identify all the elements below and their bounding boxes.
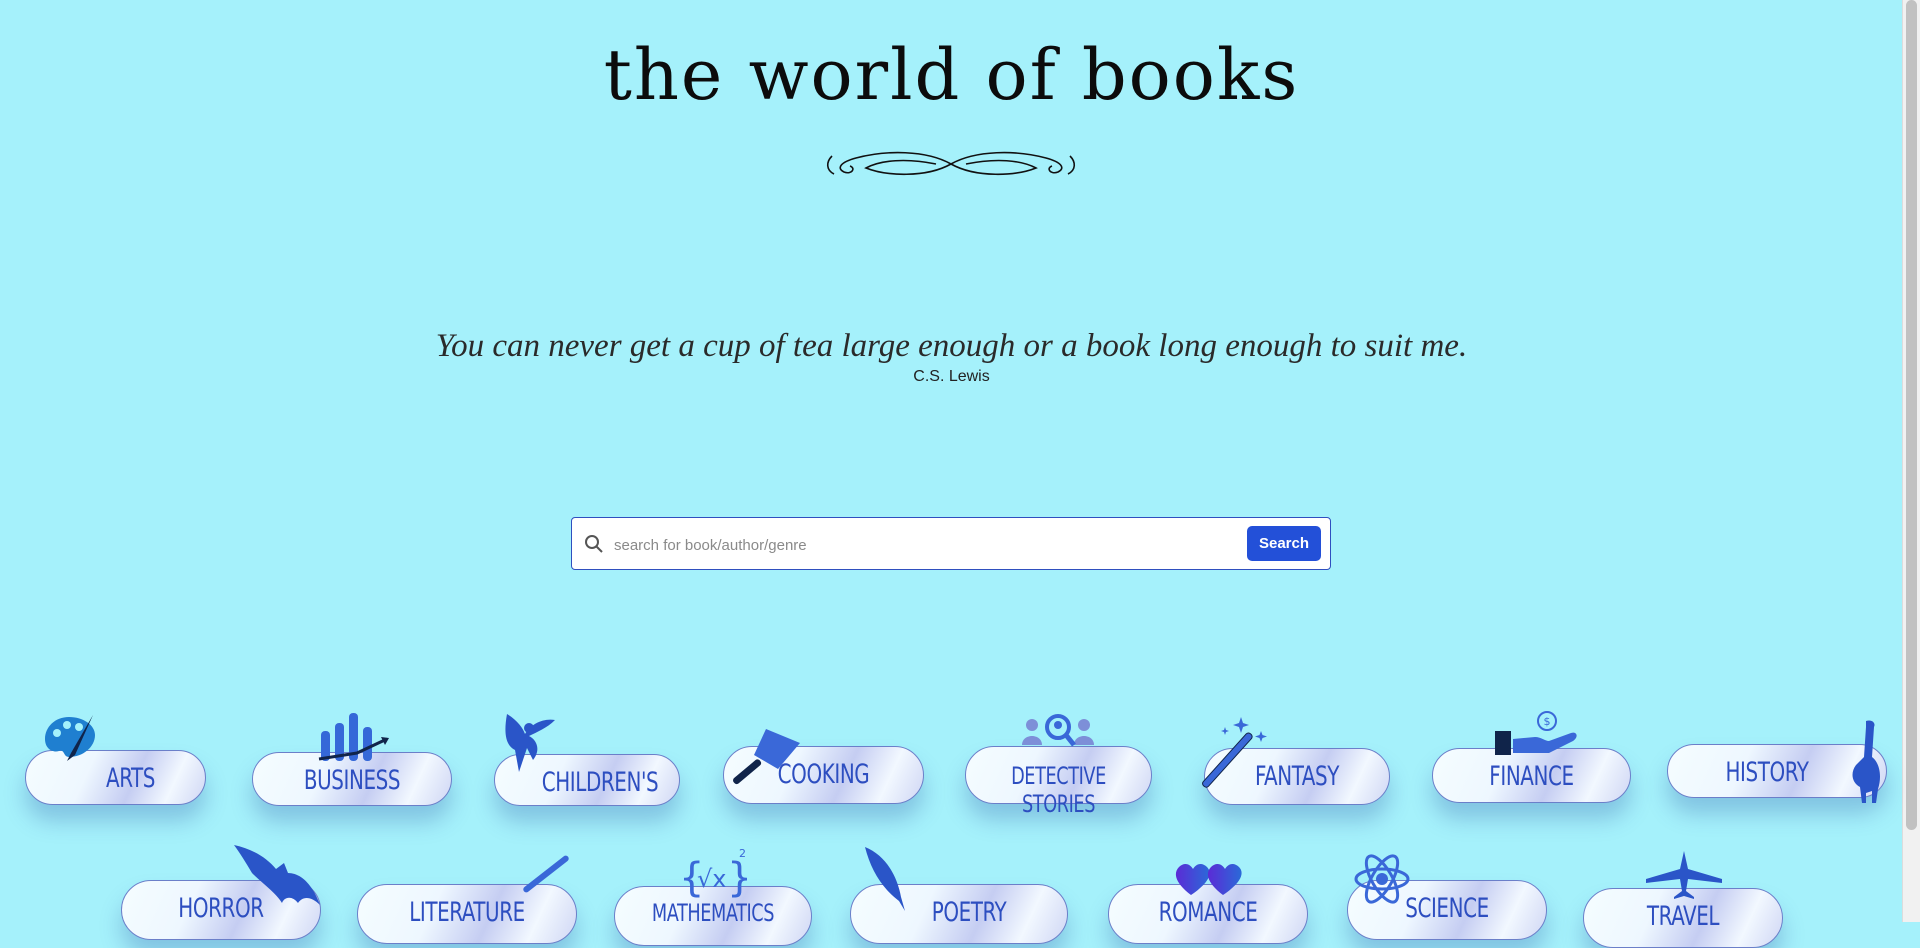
genre-button-cooking[interactable]: COOKING <box>723 729 924 804</box>
genre-button-horror[interactable]: HORROR <box>121 845 321 940</box>
genre-label: ROMANCE <box>1158 897 1258 928</box>
genre-button-finance[interactable]: $ FINANCE <box>1432 711 1631 803</box>
site-title: the world of books <box>603 34 1300 116</box>
genre-label: FINANCE <box>1489 761 1574 792</box>
genre-label: SCIENCE <box>1405 893 1489 924</box>
genre-button-childrens[interactable]: CHILDREN'S <box>494 714 680 806</box>
genre-button-science[interactable]: SCIENCE <box>1347 854 1547 940</box>
genre-button-fantasy[interactable]: FANTASY <box>1202 717 1390 805</box>
genre-label: DETECTIVE STORIES <box>1011 762 1106 818</box>
genre-label: BUSINESS <box>303 765 401 796</box>
genre-label: MATHEMATICS <box>651 899 775 927</box>
svg-text:$: $ <box>1544 715 1551 728</box>
svg-text:√x: √x <box>697 865 727 893</box>
airplane-icon <box>1646 851 1722 899</box>
genre-button-mathematics[interactable]: { √x } 2 MATHEMATICS <box>614 847 812 946</box>
search-bar: Search <box>571 517 1331 570</box>
search-button[interactable]: Search <box>1247 526 1321 561</box>
search-input[interactable] <box>612 530 1256 560</box>
genre-label: TRAVEL <box>1646 901 1720 932</box>
scrollbar-thumb[interactable] <box>1906 0 1917 830</box>
genre-label: CHILDREN'S <box>541 767 659 798</box>
hand-coin-icon: $ <box>1495 711 1577 755</box>
genre-label: HORROR <box>178 893 264 924</box>
genre-button-arts[interactable]: ARTS <box>25 715 206 805</box>
flourish-ornament-icon <box>826 151 1076 176</box>
pen-icon <box>523 855 569 893</box>
genre-button-business[interactable]: BUSINESS <box>252 713 452 806</box>
quote-text: You can never get a cup of tea large eno… <box>435 328 1468 364</box>
genre-label: POETRY <box>931 897 1007 928</box>
search-icon <box>585 535 603 553</box>
genre-button-poetry[interactable]: POETRY <box>850 847 1068 944</box>
genre-button-romance[interactable]: ROMANCE <box>1108 863 1308 944</box>
genre-button-history[interactable]: HISTORY <box>1667 720 1887 803</box>
bar-chart-icon <box>318 713 389 761</box>
genre-label: ARTS <box>105 763 156 794</box>
page-scrollbar[interactable] <box>1902 0 1920 922</box>
square-root-icon: { √x } 2 <box>679 847 747 901</box>
magnifier-people-icon <box>1022 714 1094 747</box>
genre-label: HISTORY <box>1725 757 1809 788</box>
svg-text:}: } <box>727 855 747 901</box>
svg-text:2: 2 <box>739 847 746 860</box>
quote-author: C.S. Lewis <box>913 368 990 385</box>
genre-label: LITERATURE <box>409 897 525 928</box>
hearts-icon <box>1175 863 1242 895</box>
genre-button-literature[interactable]: LITERATURE <box>357 855 577 944</box>
genre-label: FANTASY <box>1255 761 1339 792</box>
genre-label: COOKING <box>777 759 870 790</box>
genre-button-travel[interactable]: TRAVEL <box>1583 851 1783 948</box>
genre-button-detective-stories[interactable]: DETECTIVE STORIES <box>965 714 1152 818</box>
